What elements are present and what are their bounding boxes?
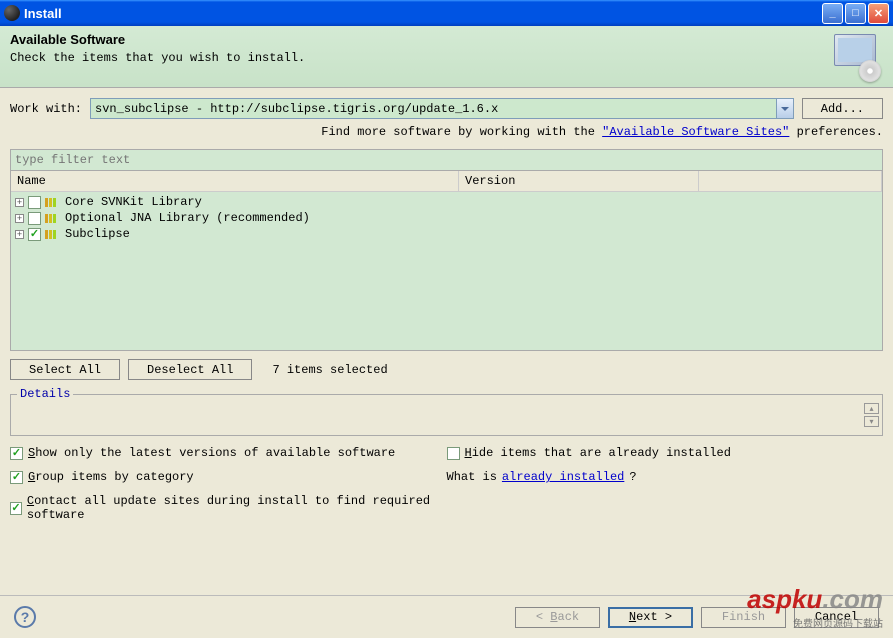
details-group: Details ▴ ▾ [10,394,883,436]
page-title: Available Software [10,32,828,47]
watermark: aspku.com 免费网页源码下载站 [747,584,883,630]
feature-icon [45,229,61,240]
table-header: Name Version [11,171,882,192]
hide-installed-checkbox[interactable] [447,447,460,460]
workwith-label: Work with: [10,102,82,116]
install-icon [828,32,883,82]
feature-icon [45,213,61,224]
column-extra [699,171,882,191]
selection-count: 7 items selected [272,363,387,377]
window-title: Install [24,6,822,21]
workwith-input[interactable] [91,99,776,118]
contact-sites-checkbox[interactable] [10,502,22,515]
deselect-all-button[interactable]: Deselect All [128,359,252,380]
sites-hint: Find more software by working with the "… [10,125,883,139]
maximize-button[interactable]: □ [845,3,866,24]
table-row[interactable]: + Subclipse [11,226,882,242]
column-version[interactable]: Version [459,171,699,191]
hide-installed-label: Hide items that are already installed [465,446,731,460]
scroll-down-icon[interactable]: ▾ [864,416,879,427]
titlebar: Install _ □ ✕ [0,0,893,26]
wizard-header: Available Software Check the items that … [0,26,893,88]
row-label: Core SVNKit Library [65,195,202,209]
add-button[interactable]: Add... [802,98,883,119]
expand-icon[interactable]: + [15,230,24,239]
details-legend: Details [17,387,73,401]
group-category-label: Group items by category [28,470,194,484]
table-row[interactable]: + Core SVNKit Library [11,194,882,210]
minimize-button[interactable]: _ [822,3,843,24]
wizard-footer: ? < Back Next > Finish Cancel aspku.com … [0,595,893,638]
back-button: < Back [515,607,600,628]
contact-sites-label: Contact all update sites during install … [27,494,447,522]
table-row[interactable]: + Optional JNA Library (recommended) [11,210,882,226]
row-label: Subclipse [65,227,130,241]
page-subtitle: Check the items that you wish to install… [10,51,828,65]
group-category-checkbox[interactable] [10,471,23,484]
help-icon[interactable]: ? [14,606,36,628]
close-button[interactable]: ✕ [868,3,889,24]
available-sites-link[interactable]: "Available Software Sites" [602,125,789,139]
chevron-down-icon[interactable] [776,99,793,118]
eclipse-icon [4,5,20,21]
already-installed-hint: What is already installed? [447,470,884,484]
column-name[interactable]: Name [11,171,459,191]
scroll-up-icon[interactable]: ▴ [864,403,879,414]
workwith-combo[interactable] [90,98,794,119]
already-installed-link[interactable]: already installed [502,470,624,484]
filter-input[interactable] [10,149,883,171]
row-checkbox[interactable] [28,196,41,209]
show-latest-label: Show only the latest versions of availab… [28,446,395,460]
show-latest-checkbox[interactable] [10,447,23,460]
row-checkbox[interactable] [28,228,41,241]
expand-icon[interactable]: + [15,214,24,223]
select-all-button[interactable]: Select All [10,359,120,380]
row-checkbox[interactable] [28,212,41,225]
row-label: Optional JNA Library (recommended) [65,211,310,225]
expand-icon[interactable]: + [15,198,24,207]
next-button[interactable]: Next > [608,607,693,628]
feature-icon [45,197,61,208]
software-table: Name Version + Core SVNKit Library + Opt… [10,171,883,351]
